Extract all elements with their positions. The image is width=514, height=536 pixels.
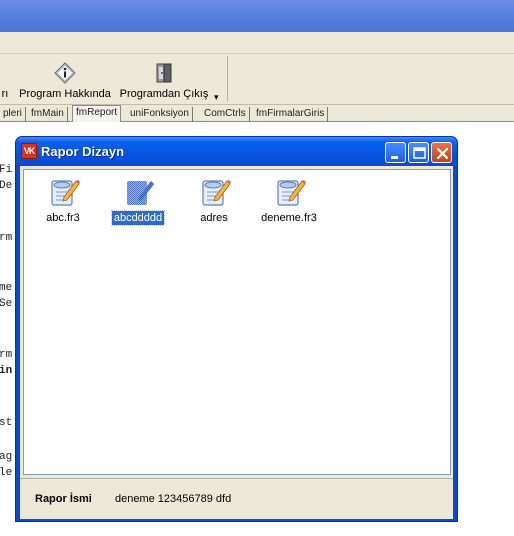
report-edit-icon	[51, 180, 80, 206]
close-icon	[436, 147, 449, 160]
toolbar-overflow-chevron-icon[interactable]: ▾	[214, 92, 219, 103]
maximize-button[interactable]	[408, 142, 429, 163]
dialog-body: abc.fr3 abcddddd adres deneme.fr3 Rapor …	[20, 166, 453, 519]
about-program-button[interactable]: Program Hakkında	[18, 60, 112, 100]
tab-fmfirmalargiris[interactable]: fmFirmalarGiris	[253, 107, 329, 122]
file-item-selected[interactable]: abcddddd	[103, 175, 173, 231]
toolbar-button-label: rı	[1, 88, 9, 100]
code-line: rm	[0, 232, 13, 244]
exit-program-button[interactable]: Programdan Çıkış	[118, 60, 210, 100]
file-item[interactable]: deneme.fr3	[254, 175, 324, 231]
report-edit-icon	[202, 180, 231, 206]
report-file-list[interactable]: abc.fr3 abcddddd adres deneme.fr3	[23, 169, 451, 475]
tab-fmreport[interactable]: fmReport	[72, 105, 122, 122]
code-line: Se	[0, 298, 13, 310]
tab-unifonksiyon[interactable]: uniFonksiyon	[127, 107, 193, 122]
file-name: deneme.fr3	[261, 212, 317, 224]
report-name-label: Rapor İsmi	[35, 493, 92, 505]
exit-program-label: Programdan Çıkış	[119, 88, 209, 100]
tab-comctrls[interactable]: ComCtrls	[201, 107, 250, 122]
file-item[interactable]: abc.fr3	[28, 175, 98, 231]
tab-pleri[interactable]: pleri	[0, 107, 26, 122]
toolbar-button-partial[interactable]: rı	[0, 60, 10, 100]
report-design-dialog: VK Rapor Dizayn abc.fr3 abcddddd adres d…	[15, 136, 458, 522]
report-name-value: deneme 123456789 dfd	[115, 493, 232, 505]
info-icon	[54, 62, 76, 84]
dialog-titlebar[interactable]: VK Rapor Dizayn	[16, 137, 457, 166]
exit-door-icon	[156, 63, 172, 83]
toolbar: rı Program Hakkında Programdan Çıkış ▾	[0, 54, 514, 105]
code-line: in	[0, 365, 13, 377]
editor-tabbar: pleri fmMain fmReport uniFonksiyon ComCt…	[0, 105, 514, 122]
minimize-button[interactable]	[385, 142, 406, 163]
app-logo-icon: VK	[21, 143, 37, 159]
code-line: st	[0, 417, 13, 429]
app-menubar	[0, 32, 514, 54]
file-item[interactable]: adres	[179, 175, 249, 231]
report-blank-icon	[127, 181, 154, 205]
maximize-icon	[413, 147, 426, 159]
code-line: me	[0, 282, 13, 294]
app-titlebar	[0, 0, 514, 32]
file-name: abcddddd	[110, 210, 166, 226]
minimize-icon	[391, 156, 398, 159]
file-name: abc.fr3	[46, 212, 80, 224]
code-line: ag	[0, 451, 13, 463]
code-line: Fi	[0, 164, 13, 176]
dialog-title: Rapor Dizayn	[41, 144, 125, 159]
code-line: De	[0, 180, 13, 192]
dialog-status-panel: Rapor İsmi deneme 123456789 dfd	[20, 478, 453, 515]
code-line: rm	[0, 349, 13, 361]
tab-fmmain[interactable]: fmMain	[28, 107, 68, 122]
report-edit-icon	[277, 180, 306, 206]
code-line: le	[0, 467, 13, 479]
file-name: adres	[200, 212, 228, 224]
toolbar-group: rı Program Hakkında Programdan Çıkış ▾	[0, 56, 228, 102]
about-program-label: Program Hakkında	[19, 88, 111, 100]
close-button[interactable]	[431, 142, 452, 163]
